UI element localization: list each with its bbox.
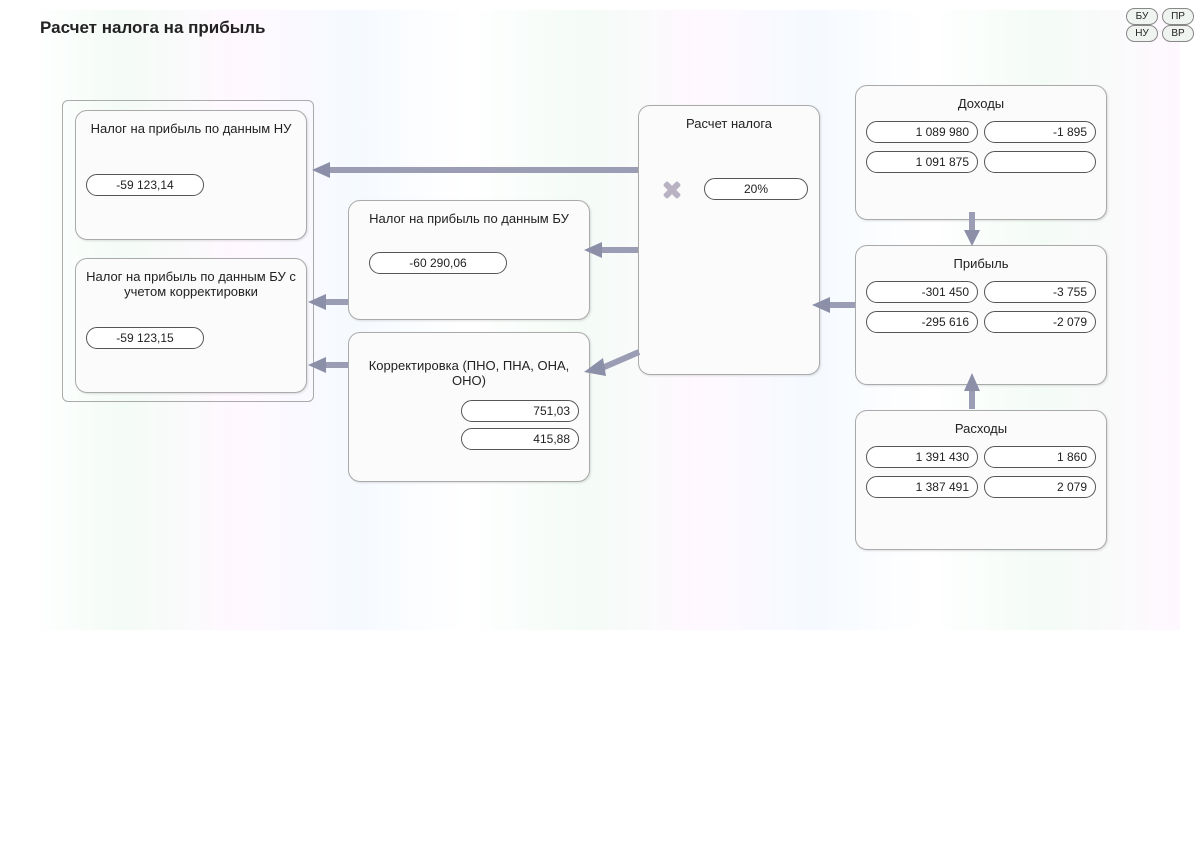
legend-vr: ВР <box>1162 25 1194 42</box>
tax-rate: 20% <box>704 178 808 200</box>
expense-vr: 2 079 <box>984 476 1096 498</box>
multiply-icon <box>659 176 685 202</box>
legend-bu: БУ <box>1126 8 1158 25</box>
tax-bu-value: -60 290,06 <box>369 252 507 274</box>
profit-pr: -3 755 <box>984 281 1096 303</box>
tax-nu-value: -59 123,14 <box>86 174 204 196</box>
profit-nu: -295 616 <box>866 311 978 333</box>
legend-nu: НУ <box>1126 25 1158 42</box>
card-profit-title: Прибыль <box>866 256 1096 271</box>
legend-pr: ПР <box>1162 8 1194 25</box>
income-nu: 1 091 875 <box>866 151 978 173</box>
card-profit[interactable]: Прибыль -301 450 -3 755 -295 616 -2 079 <box>855 245 1107 385</box>
expense-nu: 1 387 491 <box>866 476 978 498</box>
profit-vr: -2 079 <box>984 311 1096 333</box>
adjustment-v2: 415,88 <box>461 428 579 450</box>
card-income-title: Доходы <box>866 96 1096 111</box>
card-expense-title: Расходы <box>866 421 1096 436</box>
card-expense[interactable]: Расходы 1 391 430 1 860 1 387 491 2 079 <box>855 410 1107 550</box>
income-pr: -1 895 <box>984 121 1096 143</box>
card-adjustment-title: Корректировка (ПНО, ПНА, ОНА, ОНО) <box>359 343 579 388</box>
card-tax-nu-title: Налог на прибыль по данным НУ <box>86 121 296 136</box>
page-title: Расчет налога на прибыль <box>40 18 266 38</box>
card-tax-bu-corrected[interactable]: Налог на прибыль по данным БУ с учетом к… <box>75 258 307 393</box>
card-tax-bu[interactable]: Налог на прибыль по данным БУ -60 290,06 <box>348 200 590 320</box>
card-income[interactable]: Доходы 1 089 980 -1 895 1 091 875 <box>855 85 1107 220</box>
income-bu: 1 089 980 <box>866 121 978 143</box>
card-tax-nu[interactable]: Налог на прибыль по данным НУ -59 123,14 <box>75 110 307 240</box>
profit-bu: -301 450 <box>866 281 978 303</box>
card-adjustment[interactable]: Корректировка (ПНО, ПНА, ОНА, ОНО) 751,0… <box>348 332 590 482</box>
expense-pr: 1 860 <box>984 446 1096 468</box>
income-vr <box>984 151 1096 173</box>
card-tax-calc-title: Расчет налога <box>649 116 809 131</box>
card-tax-bu-corrected-title: Налог на прибыль по данным БУ с учетом к… <box>86 269 296 299</box>
tax-bu-corrected-value: -59 123,15 <box>86 327 204 349</box>
card-tax-calc[interactable]: Расчет налога 20% <box>638 105 820 375</box>
card-tax-bu-title: Налог на прибыль по данным БУ <box>359 211 579 226</box>
adjustment-v1: 751,03 <box>461 400 579 422</box>
expense-bu: 1 391 430 <box>866 446 978 468</box>
legend: БУ ПР НУ ВР <box>1126 8 1194 42</box>
